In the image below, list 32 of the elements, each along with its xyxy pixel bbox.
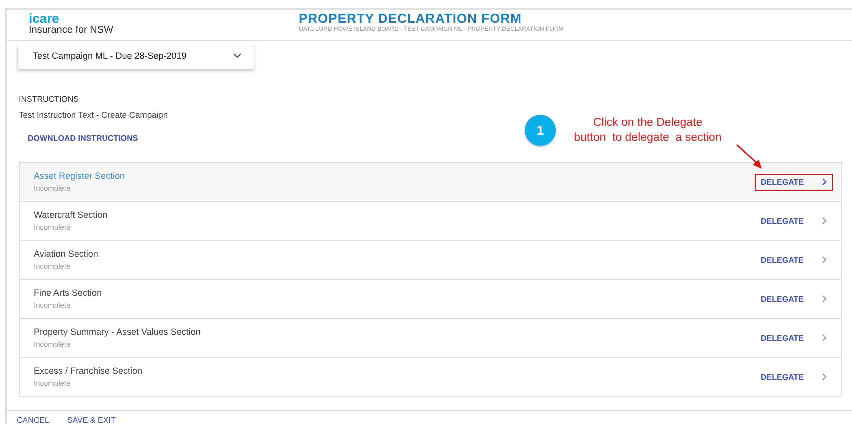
callout-arrow [735,143,765,171]
page-title: PROPERTY DECLARATION FORM [299,12,523,26]
section-title: Aviation Section [34,249,98,259]
logo-tagline: Insurance for NSW [29,25,114,37]
footer-button[interactable]: SAVE & EXIT [67,416,116,424]
section-title: Fine Arts Section [34,288,102,298]
section-title: Excess / Franchise Section [34,366,143,376]
section-title: Watercraft Section [34,210,108,220]
logo: icare [29,12,60,25]
campaign-select[interactable]: Test Campaign ML - Due 28-Sep-2019 [18,43,254,69]
chevron-down-icon [233,53,242,59]
chevron-right-icon [822,217,827,225]
instructions-heading: INSTRUCTIONS [19,95,80,104]
instructions-text: Test Instruction Text - Create Campaign [19,110,170,120]
delegate-button[interactable]: DELEGATE [755,252,833,268]
chevron-right-icon [822,373,827,381]
delegate-button[interactable]: DELEGATE [755,368,833,386]
delegate-button[interactable]: DELEGATE [755,290,833,308]
callout-text: Click on the Delegate [593,116,703,131]
footer-button[interactable]: CANCEL [17,416,50,424]
chevron-right-icon [822,178,827,186]
callout-text: button to delegate a section [574,131,722,146]
chevron-right-icon [822,256,827,264]
delegate-button[interactable]: DELEGATE [755,174,833,190]
chevron-right-icon [822,295,827,303]
section-title: Asset Register Section [34,171,126,181]
download-instructions-link[interactable]: DOWNLOAD INSTRUCTIONS [28,134,138,143]
chevron-right-icon [822,334,827,342]
section-title: Property Summary - Asset Values Section [34,327,201,337]
delegate-button[interactable]: DELEGATE [755,330,833,346]
delegate-button[interactable]: DELEGATE [755,212,833,230]
step-badge: 1 [525,115,556,146]
